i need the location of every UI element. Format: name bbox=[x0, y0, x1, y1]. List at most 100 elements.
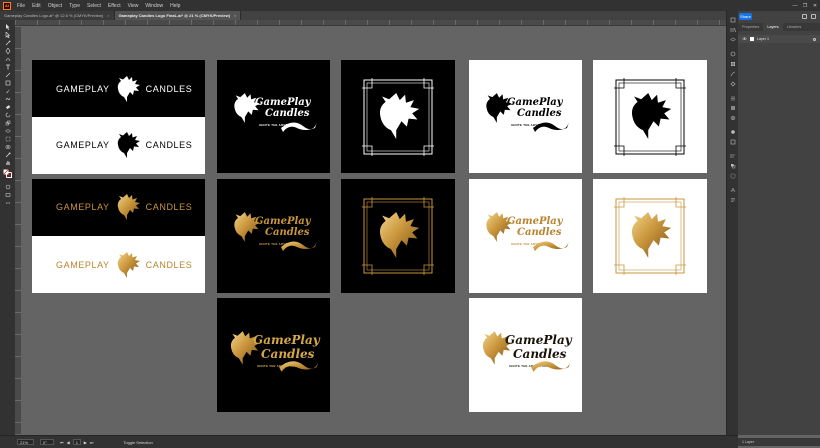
menu-type[interactable]: Type bbox=[69, 3, 80, 9]
tab-properties[interactable]: Properties bbox=[738, 23, 763, 31]
selection-tool-icon[interactable] bbox=[3, 24, 12, 30]
menu-object[interactable]: Object bbox=[48, 3, 62, 9]
ribbon-flourish bbox=[281, 122, 317, 132]
free-transform-tool-icon[interactable] bbox=[3, 136, 12, 142]
menu-view[interactable]: View bbox=[128, 3, 139, 9]
magic-wand-tool-icon[interactable] bbox=[3, 40, 12, 46]
edit-toolbar-icon[interactable] bbox=[3, 200, 12, 206]
scale-tool-icon[interactable] bbox=[3, 120, 12, 126]
character-icon[interactable] bbox=[730, 187, 736, 193]
document-tabs: Gameplay Candles Logo.ai* @ 12.5 % (CMYK… bbox=[0, 11, 730, 20]
transparency-icon[interactable] bbox=[730, 115, 736, 121]
artboard-wordmark-mono[interactable]: GAMEPLAY CANDLES GAMEPLAY CANDLES bbox=[32, 60, 205, 174]
wordmark-right: CANDLES bbox=[145, 201, 193, 212]
rectangle-tool-icon[interactable] bbox=[3, 80, 12, 86]
width-tool-icon[interactable] bbox=[3, 128, 12, 134]
maximize-button[interactable]: ❐ bbox=[800, 3, 810, 9]
layer-row[interactable]: Layer 1 bbox=[738, 35, 820, 43]
paintbrush-tool-icon[interactable] bbox=[3, 88, 12, 94]
tab-gameplay-candles-logo-final[interactable]: Gameplay Candles Logo FinaL.ai* @ 21 % (… bbox=[114, 11, 242, 20]
menu-window[interactable]: Window bbox=[145, 3, 163, 9]
workspace-switcher-icon[interactable] bbox=[811, 14, 816, 19]
close-tab-icon[interactable]: × bbox=[234, 13, 236, 18]
wordmark-right: CANDLES bbox=[145, 139, 193, 150]
artboard-framed-gold-on-black[interactable] bbox=[341, 179, 455, 293]
illustrator-logo-icon[interactable]: Ai bbox=[3, 1, 11, 10]
shaper-tool-icon[interactable] bbox=[3, 96, 12, 102]
artboard-script-gold-on-black[interactable]: GamePlay Candles IGNITE THE ADVENTURE bbox=[217, 179, 330, 293]
artboard-script-gold-on-white[interactable]: GamePlay Candles IGNITE THE ADVENTURE bbox=[469, 179, 582, 293]
artboard-framed-black-on-white[interactable] bbox=[593, 60, 707, 173]
direct-selection-tool-icon[interactable] bbox=[3, 32, 12, 38]
artboard-wordmark-gold[interactable]: GAMEPLAY CANDLES GAMEPLAY CANDLES bbox=[32, 179, 205, 293]
curvature-tool-icon[interactable] bbox=[3, 56, 12, 62]
eraser-tool-icon[interactable] bbox=[3, 104, 12, 110]
symbols-icon[interactable] bbox=[730, 81, 736, 87]
artboard-script-gold-large-on-black[interactable]: GamePlay Candles IGNITE THE ADVENTURE bbox=[217, 298, 330, 412]
script-line-1: GamePlay bbox=[507, 216, 563, 227]
tab-libraries[interactable]: Libraries bbox=[783, 23, 806, 31]
pen-tool-icon[interactable] bbox=[3, 48, 12, 54]
artboard-navigator: ⏮ ◀ 1 ▶ ⏭ bbox=[60, 439, 93, 445]
menu-effect[interactable]: Effect bbox=[108, 3, 121, 9]
artboard-number-field[interactable]: 1 bbox=[72, 439, 81, 445]
layer-target-icon[interactable] bbox=[813, 37, 816, 41]
brushes-icon[interactable] bbox=[730, 71, 736, 77]
paragraph-icon[interactable] bbox=[730, 197, 736, 203]
close-window-button[interactable]: ✕ bbox=[810, 3, 820, 9]
drawing-mode-icon[interactable] bbox=[3, 184, 12, 190]
artboard-script-black-on-white[interactable]: GamePlay Candles IGNITE THE ADVENTURE bbox=[469, 60, 582, 173]
status-bar: 21% 0° ⏮ ◀ 1 ▶ ⏭ Toggle Selection bbox=[0, 435, 738, 448]
menu-file[interactable]: File bbox=[17, 3, 25, 9]
libraries-icon[interactable] bbox=[730, 27, 736, 33]
layers-panel: Share Properties Layers Libraries Layer … bbox=[738, 11, 820, 446]
rotate-tool-icon[interactable] bbox=[3, 112, 12, 118]
minimize-button[interactable]: — bbox=[790, 3, 800, 9]
menu-help[interactable]: Help bbox=[170, 3, 180, 9]
eyedropper-tool-icon[interactable] bbox=[3, 152, 12, 158]
rotation-field[interactable]: 0° bbox=[40, 439, 54, 445]
first-artboard-icon[interactable]: ⏮ bbox=[60, 440, 64, 445]
screen-mode-icon[interactable] bbox=[3, 192, 12, 198]
illustrator-window: Ai File Edit Object Type Select Effect V… bbox=[0, 0, 820, 448]
wordmark: GAMEPLAY CANDLES bbox=[56, 251, 192, 279]
zoom-level-field[interactable]: 21% bbox=[17, 439, 34, 445]
artboard-framed-gold-on-white[interactable] bbox=[593, 179, 707, 293]
shape-builder-tool-icon[interactable] bbox=[3, 144, 12, 150]
tab-layers[interactable]: Layers bbox=[763, 23, 783, 31]
hand-tool-icon[interactable] bbox=[3, 160, 12, 166]
layers-icon[interactable] bbox=[730, 37, 736, 43]
dragon-head-icon bbox=[375, 210, 421, 260]
artboard-script-gold-large-on-white[interactable]: GamePlay Candles IGNITE THE ADVENTURE bbox=[469, 298, 582, 412]
color-icon[interactable] bbox=[730, 51, 736, 57]
script-line-1: GamePlay bbox=[255, 97, 311, 108]
swatches-icon[interactable] bbox=[730, 61, 736, 67]
next-artboard-icon[interactable]: ▶ bbox=[84, 440, 87, 445]
search-help-icon[interactable] bbox=[802, 14, 807, 19]
menu-select[interactable]: Select bbox=[87, 3, 101, 9]
line-tool-icon[interactable] bbox=[3, 72, 12, 78]
align-icon[interactable] bbox=[730, 153, 736, 159]
layer-name[interactable]: Layer 1 bbox=[757, 37, 813, 41]
gradient-icon[interactable] bbox=[730, 105, 736, 111]
previous-artboard-icon[interactable]: ◀ bbox=[67, 440, 70, 445]
graphic-styles-icon[interactable] bbox=[730, 139, 736, 145]
artboard-framed-white-on-black[interactable] bbox=[341, 60, 455, 173]
properties-icon[interactable] bbox=[730, 17, 736, 23]
share-button[interactable]: Share bbox=[739, 13, 752, 20]
canvas-area[interactable]: GAMEPLAY CANDLES GAMEPLAY CANDLES GamePl… bbox=[21, 26, 726, 434]
close-tab-icon[interactable]: × bbox=[107, 13, 109, 18]
type-tool-icon[interactable] bbox=[3, 64, 12, 70]
eye-icon[interactable] bbox=[741, 36, 747, 42]
transform-icon[interactable] bbox=[730, 173, 736, 179]
fill-stroke-swatch-icon[interactable] bbox=[3, 168, 12, 178]
menu-edit[interactable]: Edit bbox=[32, 3, 41, 9]
appearance-icon[interactable] bbox=[730, 129, 736, 135]
pathfinder-icon[interactable] bbox=[730, 163, 736, 169]
last-artboard-icon[interactable]: ⏭ bbox=[90, 440, 94, 445]
artboard-script-white-on-black[interactable]: GamePlay Candles IGNITE THE ADVENTURE bbox=[217, 60, 330, 173]
script-line-1: GamePlay bbox=[505, 333, 572, 347]
tab-gameplay-candles-logo[interactable]: Gameplay Candles Logo.ai* @ 12.5 % (CMYK… bbox=[0, 11, 115, 20]
panel-dock bbox=[726, 11, 738, 435]
stroke-icon[interactable] bbox=[730, 95, 736, 101]
